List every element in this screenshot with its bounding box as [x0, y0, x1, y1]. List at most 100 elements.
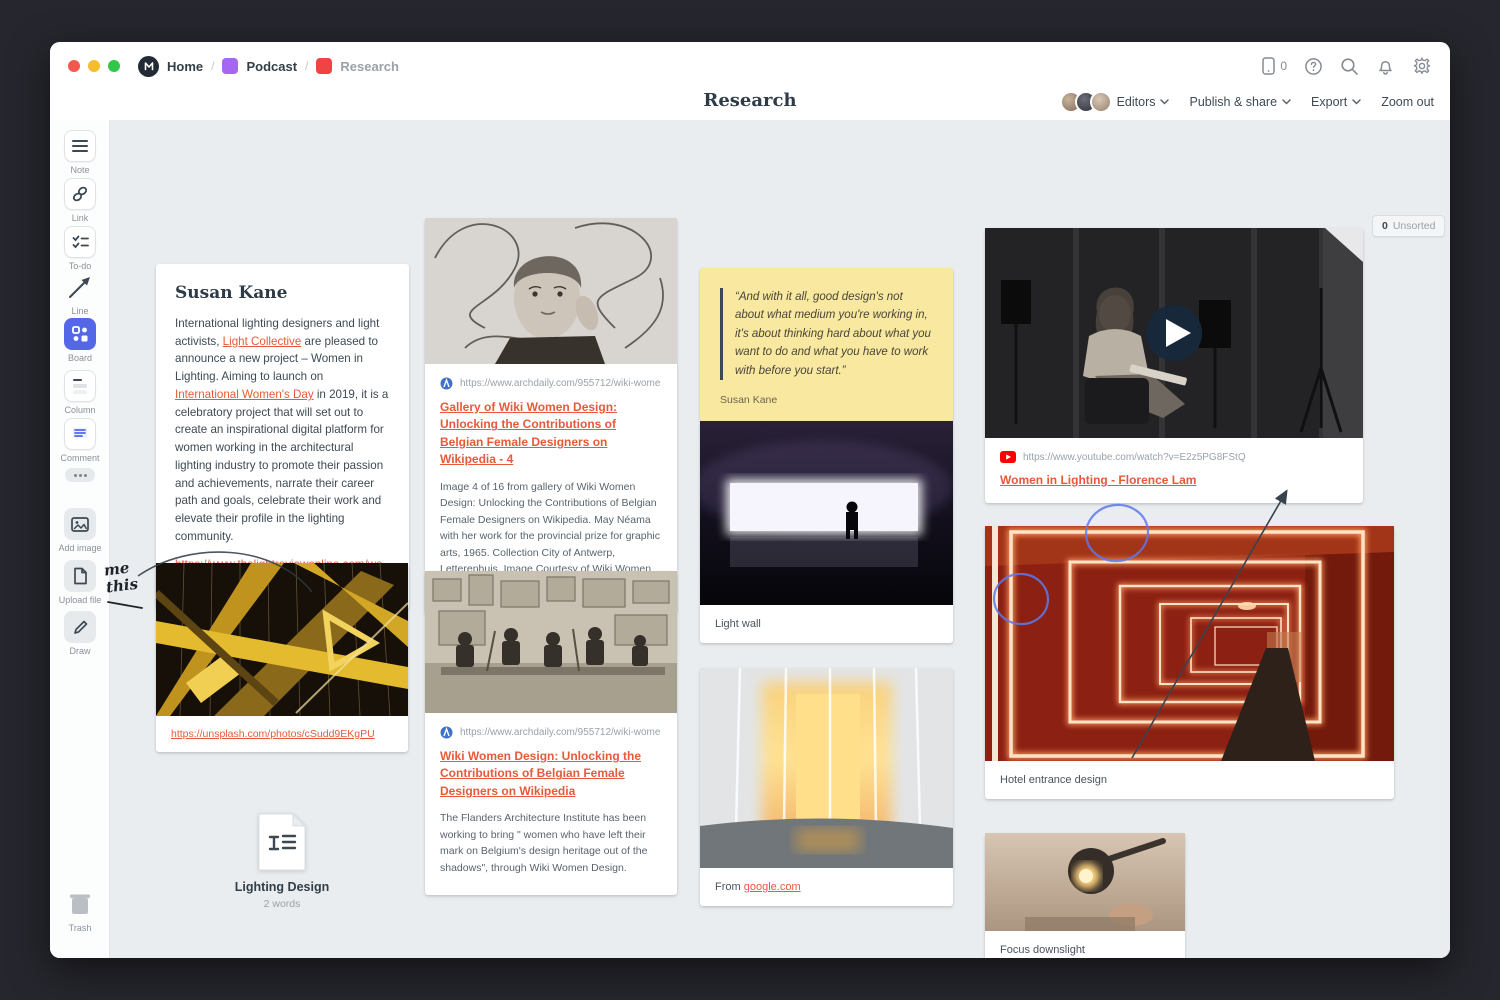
video-title-link[interactable]: Women in Lighting - Florence Lam: [985, 463, 1363, 489]
tool-label: Trash: [69, 923, 92, 933]
zoom-out-label: Zoom out: [1381, 95, 1434, 109]
more-tools-button[interactable]: [50, 468, 110, 482]
mobile-count: 0: [1280, 59, 1287, 73]
image-source-row: https://unsplash.com/photos/cSudd9EKgPU: [156, 716, 408, 752]
trash-button[interactable]: Trash: [50, 888, 110, 933]
link-url: https://www.youtube.com/watch?v=E2z5PG8F…: [1023, 452, 1246, 463]
image-caption: From google.com: [700, 868, 953, 906]
app-window: Home / Podcast / Research 0: [50, 42, 1450, 958]
help-icon: [1304, 57, 1323, 76]
board-header: Research Editors Publish & share Export: [50, 90, 1450, 120]
tool-label: Upload file: [59, 595, 102, 605]
light-collective-link[interactable]: Light Collective: [223, 335, 302, 348]
image-card-glass-entrance[interactable]: From google.com: [700, 668, 953, 906]
image-card-hotel-entrance[interactable]: Hotel entrance design: [985, 526, 1394, 799]
link-url: https://www.archdaily.com/955712/wiki-wo…: [460, 727, 660, 738]
breadcrumb-podcast[interactable]: Podcast: [222, 58, 297, 74]
image-card-light-wall[interactable]: Light wall: [700, 421, 953, 643]
breadcrumb-research[interactable]: Research: [316, 58, 399, 74]
close-window-button[interactable]: [68, 60, 80, 72]
board-icon: [64, 318, 96, 350]
comment-icon: [64, 418, 96, 450]
breadcrumb-label: Home: [167, 59, 203, 74]
breadcrumb-label: Research: [340, 59, 399, 74]
tool-add-image[interactable]: Add image: [50, 508, 110, 553]
archdaily-favicon: [440, 726, 453, 739]
image-card-gold-installation[interactable]: https://unsplash.com/photos/cSudd9EKgPU: [156, 563, 408, 752]
intl-womens-day-link[interactable]: International Women's Day: [175, 388, 314, 401]
link-icon: [64, 178, 96, 210]
phone-icon: [1261, 56, 1276, 76]
link-card-wiki-women-gallery[interactable]: https://www.archdaily.com/955712/wiki-wo…: [425, 218, 677, 614]
zoom-out-button[interactable]: Zoom out: [1381, 95, 1434, 109]
arch2-title-link[interactable]: Wiki Women Design: Unlocking the Contrib…: [425, 739, 677, 800]
note-body: International lighting designers and lig…: [175, 315, 390, 546]
gold-installation-image: [156, 563, 408, 716]
arch1-title-link[interactable]: Gallery of Wiki Women Design: Unlocking …: [425, 390, 677, 469]
column-icon: [64, 370, 96, 402]
video-card-florence-lam[interactable]: https://www.youtube.com/watch?v=E2z5PG8F…: [985, 228, 1363, 503]
breadcrumb-separator: /: [211, 59, 214, 73]
link-url: https://www.archdaily.com/955712/wiki-wo…: [460, 378, 660, 389]
editors-label: Editors: [1117, 95, 1156, 109]
note-title: Susan Kane: [175, 283, 390, 303]
tool-line[interactable]: Line: [50, 271, 110, 316]
settings-button[interactable]: [1412, 56, 1432, 76]
video-thumbnail[interactable]: [985, 228, 1363, 438]
tool-link[interactable]: Link: [50, 178, 110, 223]
image-card-focus-downlight[interactable]: Focus downslight: [985, 833, 1185, 958]
focus-downlight-image: [985, 833, 1185, 931]
window-controls: [68, 60, 120, 72]
podcast-board-icon: [222, 58, 238, 74]
unsorted-label: Unsorted: [1393, 220, 1436, 232]
tool-todo[interactable]: To-do: [50, 226, 110, 271]
link-card-wiki-women-design[interactable]: https://www.archdaily.com/955712/wiki-wo…: [425, 571, 677, 895]
document-word-count: 2 words: [218, 898, 346, 910]
tool-comment[interactable]: Comment: [50, 418, 110, 463]
quote-bar: [720, 288, 723, 380]
unsorted-badge[interactable]: 0 Unsorted: [1372, 215, 1445, 237]
breadcrumb-home[interactable]: Home: [138, 56, 203, 77]
title-bar: Home / Podcast / Research 0: [50, 42, 1450, 90]
link-source-row: https://www.youtube.com/watch?v=E2z5PG8F…: [985, 438, 1363, 463]
tools-sidebar: Note Link To-do Line: [50, 120, 110, 958]
link-source-row: https://www.archdaily.com/955712/wiki-wo…: [425, 364, 677, 390]
mobile-sync-button[interactable]: 0: [1261, 56, 1287, 76]
tool-draw[interactable]: Draw: [50, 611, 110, 656]
tool-label: Draw: [69, 646, 90, 656]
quote-attribution: Susan Kane: [720, 394, 933, 406]
tool-column[interactable]: Column: [50, 370, 110, 415]
quote-card[interactable]: “And with it all, good design's not abou…: [700, 268, 953, 422]
publish-share-button[interactable]: Publish & share: [1189, 95, 1291, 109]
tool-note[interactable]: Note: [50, 130, 110, 175]
google-link[interactable]: google.com: [744, 881, 801, 893]
image-caption: Light wall: [700, 605, 953, 643]
tool-label: To-do: [69, 261, 92, 271]
tool-upload-file[interactable]: Upload file: [50, 560, 110, 605]
note-card-susan-kane[interactable]: Susan Kane International lighting design…: [156, 264, 409, 609]
bell-icon: [1376, 57, 1395, 76]
help-button[interactable]: [1304, 57, 1323, 76]
tool-label: Column: [64, 405, 95, 415]
minimize-window-button[interactable]: [88, 60, 100, 72]
board-canvas[interactable]: Note Link To-do Line: [50, 120, 1450, 958]
file-icon: [64, 560, 96, 592]
arch2-description: The Flanders Architecture Institute has …: [425, 800, 677, 891]
tool-label: Comment: [60, 453, 99, 463]
editors-menu[interactable]: Editors: [1060, 91, 1170, 113]
document-card-lighting-design[interactable]: Lighting Design 2 words: [218, 813, 346, 910]
quote-text: “And with it all, good design's not abou…: [735, 288, 933, 380]
tool-label: Note: [70, 165, 89, 175]
export-button[interactable]: Export: [1311, 95, 1361, 109]
tool-board[interactable]: Board: [50, 318, 110, 363]
breadcrumb-label: Podcast: [246, 59, 297, 74]
search-button[interactable]: [1340, 57, 1359, 76]
caption-text: From: [715, 881, 744, 893]
avatar: [1090, 91, 1112, 113]
maximize-window-button[interactable]: [108, 60, 120, 72]
add-image-icon: [64, 508, 96, 540]
editor-avatars: [1060, 91, 1112, 113]
unsplash-link[interactable]: https://unsplash.com/photos/cSudd9EKgPU: [171, 728, 375, 740]
archdaily-favicon: [440, 377, 453, 390]
notifications-button[interactable]: [1376, 57, 1395, 76]
